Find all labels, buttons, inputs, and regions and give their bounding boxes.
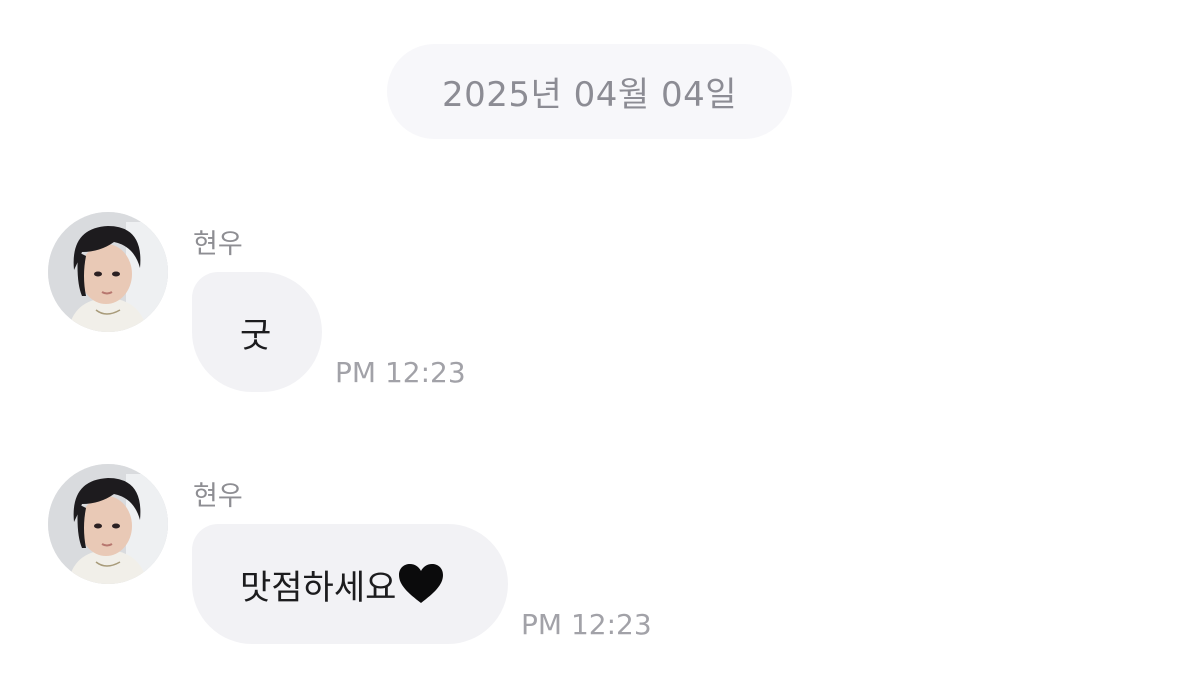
message-bubble[interactable]: 맛점하세요: [192, 524, 508, 644]
date-separator-label: 2025년 04월 04일: [441, 75, 737, 115]
sender-name: 현우: [193, 481, 243, 512]
message-text: 굿: [240, 315, 272, 356]
message-text: 맛점하세요: [240, 567, 397, 608]
avatar[interactable]: [48, 212, 168, 332]
avatar-photo: [48, 212, 168, 332]
sender-name: 현우: [193, 229, 243, 260]
avatar-photo: [48, 464, 168, 584]
black-heart-icon: [398, 563, 444, 605]
date-separator: 2025년 04월 04일: [387, 44, 792, 139]
avatar[interactable]: [48, 464, 168, 584]
message-bubble[interactable]: 굿: [192, 272, 322, 392]
message-time: PM 12:23: [335, 356, 466, 389]
message-time: PM 12:23: [521, 608, 652, 641]
